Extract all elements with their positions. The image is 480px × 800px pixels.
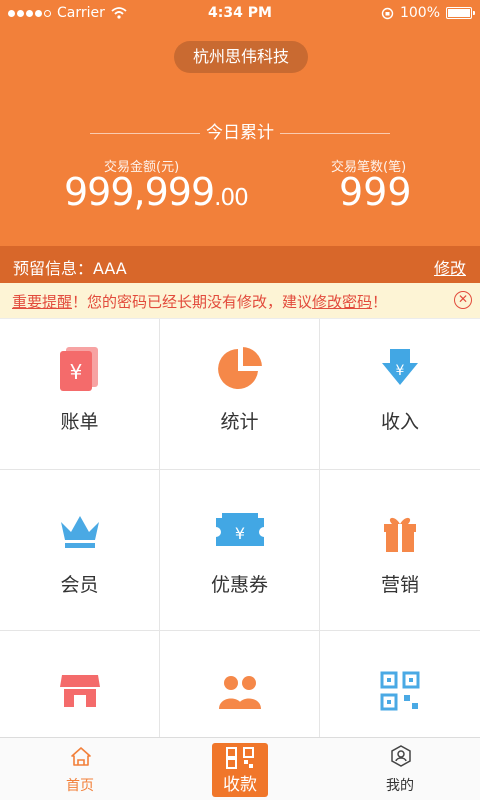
change-password-link[interactable]: 修改密码	[312, 293, 372, 311]
gift-icon	[384, 517, 416, 552]
status-bar: Carrier 4:34 PM 100%	[0, 0, 480, 28]
grid-item-member[interactable]: 会员	[0, 470, 160, 631]
home-icon	[71, 747, 91, 766]
coupon-icon: ¥	[213, 513, 266, 546]
people-icon	[218, 676, 261, 709]
qrcode-icon	[226, 747, 254, 769]
svg-text:¥: ¥	[234, 524, 244, 543]
grid-item-shop[interactable]	[0, 631, 160, 737]
company-badge[interactable]: 杭州思伟科技	[174, 41, 308, 73]
grid-item-people[interactable]	[160, 631, 320, 737]
shop-icon	[59, 675, 100, 707]
amount-value: 999,999.00	[64, 170, 249, 214]
reserve-info-label: 预留信息：AAA	[13, 259, 127, 278]
battery-percent: 100%	[399, 5, 440, 21]
edit-reserve-link[interactable]: 修改	[434, 255, 466, 279]
tab-pay[interactable]: 收款	[212, 743, 268, 797]
grid-item-qrcode[interactable]	[320, 631, 480, 737]
income-arrow-icon: ¥	[382, 349, 418, 385]
password-reminder: 重要提醒！您的密码已经长期没有修改，建议修改密码！ ✕	[0, 283, 480, 319]
divider	[90, 132, 200, 134]
grid-item-coupon[interactable]: ¥ 优惠券	[160, 470, 320, 631]
user-icon	[391, 745, 411, 767]
tab-home[interactable]: 首页	[0, 738, 160, 800]
crown-icon	[60, 516, 99, 548]
tab-bar: 首页 收款 我的	[0, 737, 480, 800]
reminder-text: ！您的密码已经长期没有修改，建议	[72, 293, 313, 311]
tab-mine[interactable]: 我的	[320, 738, 480, 800]
grid-item-income[interactable]: ¥ 收入	[320, 319, 480, 470]
orientation-lock-icon	[381, 7, 394, 19]
bill-icon: ¥	[59, 347, 98, 391]
count-value: 999	[339, 170, 412, 214]
reminder-title: 重要提醒	[12, 293, 73, 311]
function-grid: ¥ 账单 统计 ¥ 收入 会员 ¥ 优惠券 营销	[0, 319, 480, 737]
battery-icon	[446, 7, 475, 19]
reserve-info-bar: 预留信息：AAA 修改	[0, 246, 480, 283]
svg-text:¥: ¥	[396, 363, 405, 379]
grid-item-marketing[interactable]: 营销	[320, 470, 480, 631]
header-panel: Carrier 4:34 PM 100% 杭州思伟科技 今日累计 交易金额(元)…	[0, 0, 480, 246]
close-circle-icon[interactable]: ✕	[454, 291, 472, 309]
pie-chart-icon	[217, 347, 262, 389]
divider	[280, 132, 390, 134]
grid-item-stats[interactable]: 统计	[160, 319, 320, 470]
today-heading: 今日累计	[0, 118, 480, 143]
qrcode-icon	[380, 671, 420, 711]
grid-item-bill[interactable]: ¥ 账单	[0, 319, 160, 470]
svg-text:¥: ¥	[69, 360, 82, 384]
